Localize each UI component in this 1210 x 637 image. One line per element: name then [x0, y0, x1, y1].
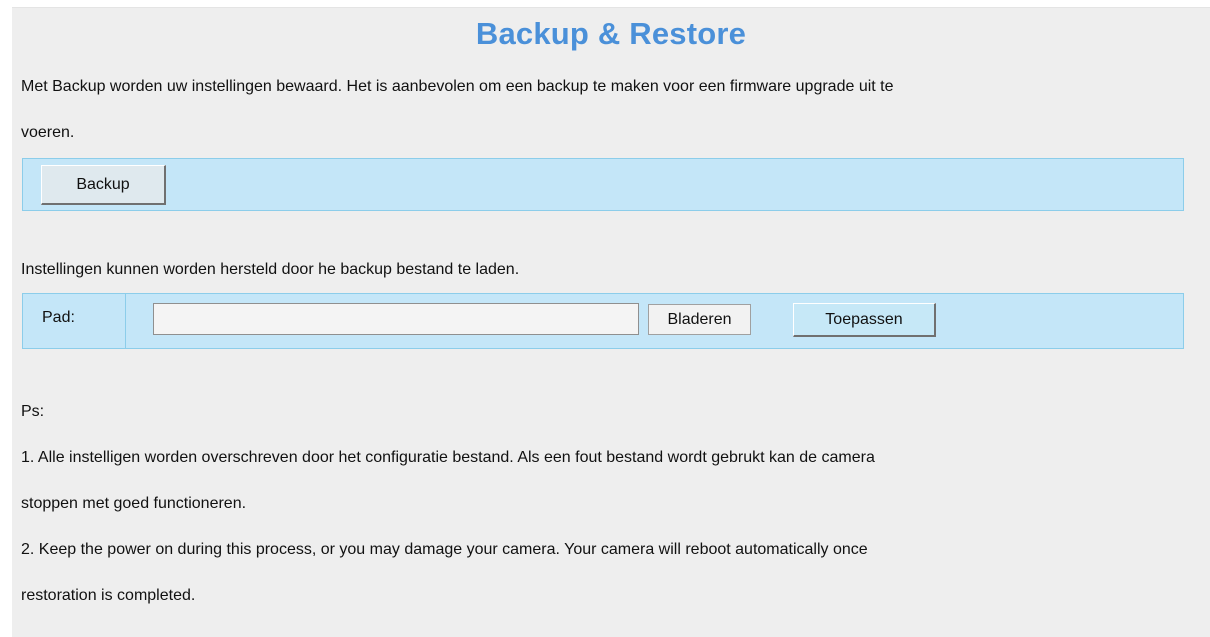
backup-button[interactable]: Backup — [41, 165, 166, 205]
path-label: Pad: — [42, 309, 75, 326]
page-title: Backup & Restore — [475, 16, 747, 51]
restore-description: Instellingen kunnen worden hersteld door… — [21, 261, 520, 278]
note-2-line1: 2. Keep the power on during this process… — [21, 541, 868, 558]
restore-box: Pad: Bladeren Toepassen — [22, 293, 1184, 349]
browse-button[interactable]: Bladeren — [648, 304, 751, 335]
note-2-line2: restoration is completed. — [21, 587, 196, 604]
note-1-line2: stoppen met goed functioneren. — [21, 495, 247, 512]
backup-restore-page: Backup & Restore Met Backup worden uw in… — [12, 7, 1210, 637]
path-input[interactable] — [153, 303, 639, 335]
backup-box: Backup — [22, 158, 1184, 211]
path-label-cell: Pad: — [23, 294, 126, 348]
backup-description-line2: voeren. — [21, 124, 75, 141]
notes-heading: Ps: — [21, 403, 45, 420]
apply-button[interactable]: Toepassen — [793, 303, 936, 337]
note-1-line1: 1. Alle instelligen worden overschreven … — [21, 449, 875, 466]
backup-description-line1: Met Backup worden uw instellingen bewaar… — [21, 78, 894, 95]
